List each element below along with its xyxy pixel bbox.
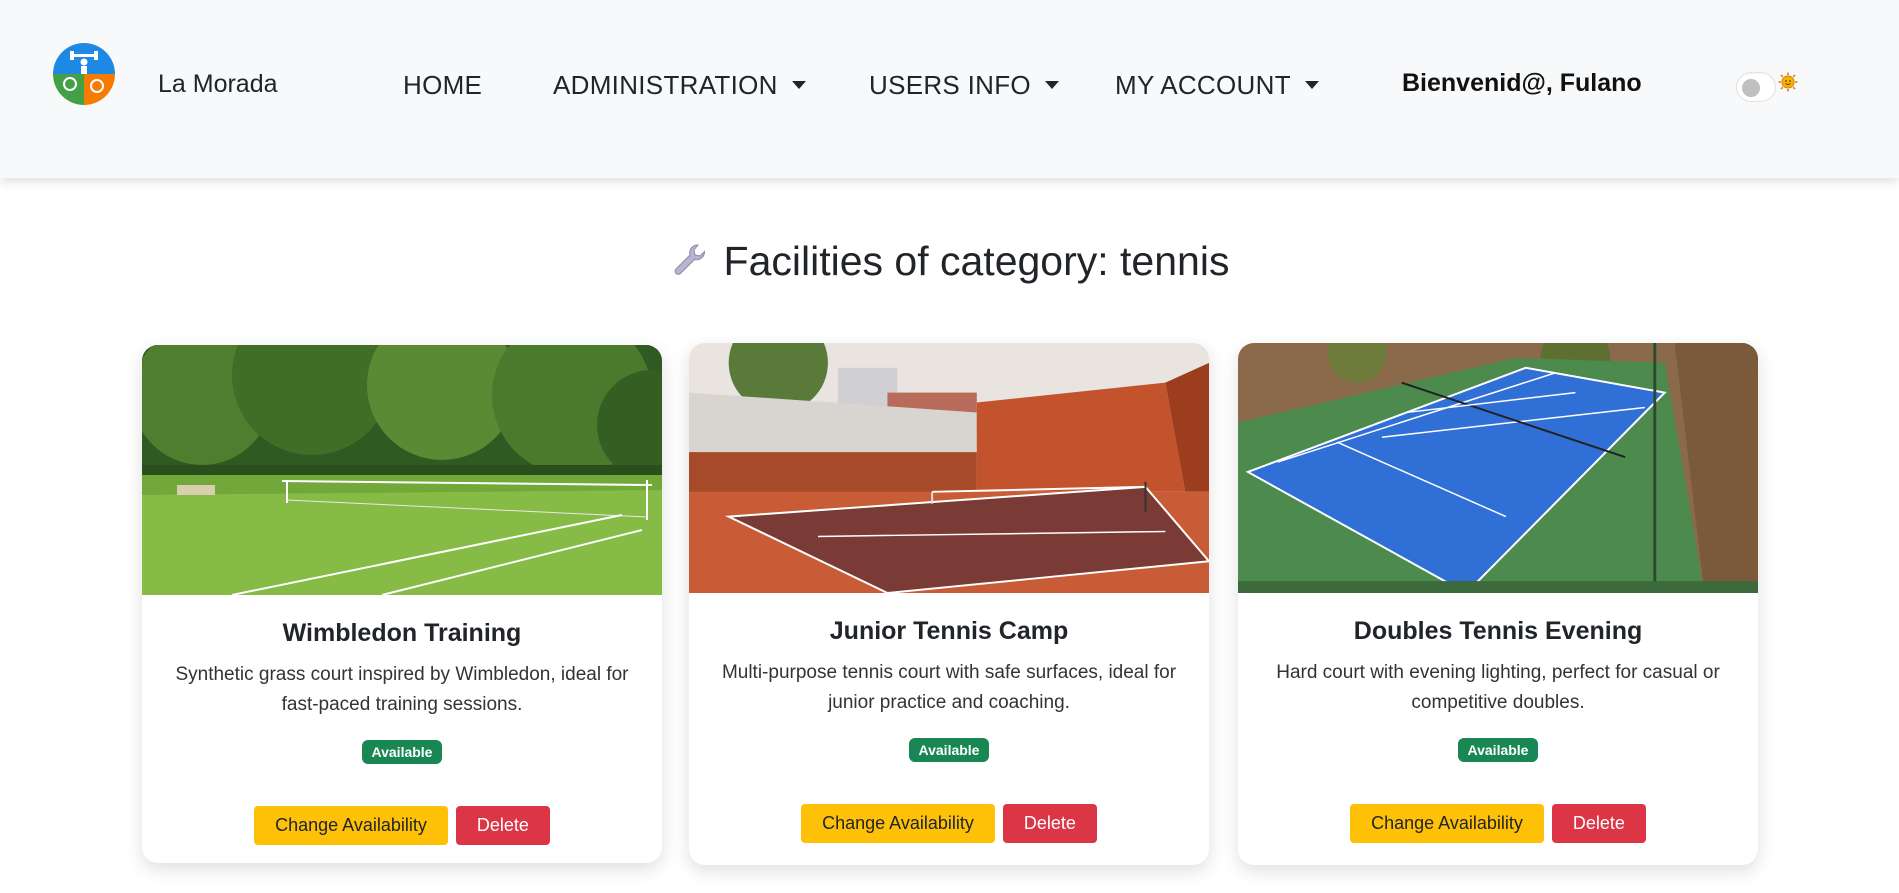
wrench-icon [674, 244, 705, 276]
brand-name[interactable]: La Morada [158, 70, 278, 99]
nav-my-account-label: MY ACCOUNT [1115, 70, 1291, 100]
nav-users-info[interactable]: USERS INFO [869, 70, 1059, 101]
logo-icon[interactable] [52, 42, 116, 106]
facility-description: Multi-purpose tennis court with safe sur… [721, 662, 1177, 713]
facility-name: Wimbledon Training [282, 619, 522, 647]
facility-name: Doubles Tennis Evening [1353, 617, 1643, 645]
navbar: La Morada HOME ADMINISTRATION USERS INFO… [0, 0, 1899, 178]
facility-card: Doubles Tennis Evening Hard court with e… [1238, 343, 1758, 865]
change-availability-button[interactable]: Change Availability [801, 804, 995, 843]
facility-description: Synthetic grass court inspired by Wimble… [175, 664, 629, 715]
facility-image-hard-court [1238, 343, 1758, 593]
welcome-text: Bienvenid@, Fulano [1402, 69, 1642, 97]
sun-icon [1778, 72, 1798, 92]
change-availability-button[interactable]: Change Availability [1350, 804, 1544, 843]
status-badge: Available [361, 740, 443, 764]
caret-down-icon [1044, 81, 1059, 90]
status-badge: Available [908, 738, 990, 762]
change-availability-button[interactable]: Change Availability [254, 806, 448, 845]
facility-card: Junior Tennis Camp Multi-purpose tennis … [689, 343, 1209, 865]
nav-users-info-label: USERS INFO [869, 70, 1031, 100]
page-title-text: Facilities of category: tennis [723, 238, 1230, 284]
page-title: Facilities of category: tennis [0, 238, 1899, 285]
nav-administration[interactable]: ADMINISTRATION [553, 70, 806, 101]
delete-button[interactable]: Delete [455, 806, 550, 845]
delete-button[interactable]: Delete [1002, 804, 1097, 843]
nav-home[interactable]: HOME [403, 70, 482, 101]
facility-description: Hard court with evening lighting, perfec… [1276, 662, 1720, 713]
delete-button[interactable]: Delete [1551, 804, 1646, 843]
caret-down-icon [1304, 81, 1319, 90]
nav-my-account[interactable]: MY ACCOUNT [1115, 70, 1319, 101]
facility-image-grass-court [142, 345, 662, 595]
nav-administration-label: ADMINISTRATION [553, 70, 778, 100]
theme-toggle[interactable] [1736, 72, 1776, 102]
status-badge: Available [1457, 738, 1539, 762]
caret-down-icon [791, 81, 806, 90]
facility-image-clay-court [689, 343, 1209, 593]
facility-card: Wimbledon Training Synthetic grass court… [142, 345, 662, 863]
toggle-knob [1742, 79, 1760, 97]
nav-home-label: HOME [403, 70, 483, 100]
facility-name: Junior Tennis Camp [829, 617, 1069, 645]
